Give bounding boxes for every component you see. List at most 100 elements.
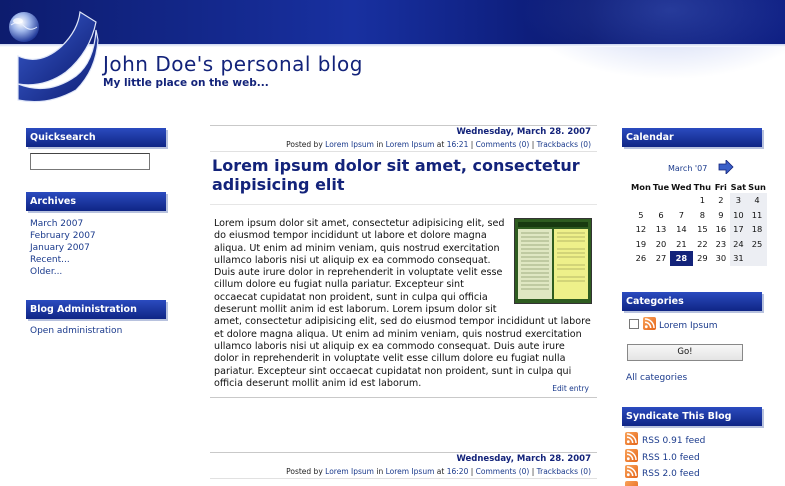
calendar-weekday: Wed — [671, 181, 692, 192]
calendar-weekday: Thu — [693, 181, 712, 192]
blog-title[interactable]: John Doe's personal blog — [103, 52, 363, 76]
calendar-week: 5 6 7 8 9 10 11 — [630, 207, 767, 222]
rss-20-feed-link[interactable]: RSS 2.0 feed — [642, 469, 700, 479]
entry2-top-rule — [210, 452, 597, 453]
calendar-day: 3 — [729, 193, 748, 208]
calendar-day-today[interactable]: 28 — [670, 251, 693, 266]
archives-heading: Archives — [26, 192, 166, 211]
calendar-weekday: Sun — [748, 181, 766, 192]
archive-link-february-2007[interactable]: February 2007 — [30, 231, 96, 241]
open-administration-link[interactable]: Open administration — [30, 326, 122, 336]
calendar-day: 16 — [715, 224, 727, 235]
blog-admin-heading: Blog Administration — [26, 300, 166, 319]
calendar-day: 30 — [715, 253, 727, 264]
calendar-week: 19 20 21 22 23 24 25 — [630, 236, 767, 251]
archive-link-recent[interactable]: Recent... — [30, 255, 70, 265]
archive-link-march-2007[interactable]: March 2007 — [30, 219, 83, 229]
calendar-day — [670, 193, 692, 208]
entry-thumbnail-image[interactable] — [514, 218, 592, 304]
archive-link-january-2007[interactable]: January 2007 — [30, 243, 90, 253]
rss-icon[interactable] — [625, 449, 638, 462]
entry2-meta: Posted by Lorem Ipsum in Lorem Ipsum at … — [286, 467, 591, 476]
rss-10-feed-link[interactable]: RSS 1.0 feed — [642, 453, 700, 463]
calendar-heading: Calendar — [622, 128, 762, 147]
entry-top-rule — [210, 125, 597, 126]
go-button[interactable]: Go! — [627, 344, 743, 361]
calendar-week: 12 13 14 15 16 17 18 — [630, 222, 767, 237]
archive-link-older[interactable]: Older... — [30, 267, 62, 277]
entry-body: Lorem ipsum dolor sit amet, consectetur … — [214, 218, 592, 390]
entry-date: Wednesday, March 28. 2007 — [456, 127, 591, 137]
calendar-day: 21 — [676, 238, 687, 249]
blog-logo — [9, 10, 99, 103]
calendar-day: 9 — [718, 209, 724, 220]
calendar-weekday-row: Mon Tue Wed Thu Fri Sat Sun — [630, 180, 767, 193]
entry-time-link[interactable]: 16:21 — [447, 140, 469, 149]
rss-091-feed-link[interactable]: RSS 0.91 feed — [642, 436, 705, 446]
calendar-day: 29 — [697, 253, 708, 264]
next-month-arrow-icon[interactable] — [718, 160, 734, 174]
calendar-weekday: Tue — [652, 181, 670, 192]
all-categories-link[interactable]: All categories — [626, 373, 687, 383]
entry-title-rule — [210, 204, 597, 205]
calendar-day: 1 — [699, 195, 705, 206]
calendar-day: 13 — [655, 224, 667, 235]
entry-meta: Posted by Lorem Ipsum in Lorem Ipsum at … — [286, 140, 591, 149]
category-link-lorem-ipsum[interactable]: Lorem Ipsum — [659, 321, 718, 331]
calendar-day: 20 — [655, 238, 667, 249]
calendar-day: 15 — [697, 224, 708, 235]
calendar-weekday: Sat — [730, 181, 747, 192]
calendar-day: 17 — [729, 222, 748, 237]
calendar-day: 26 — [635, 253, 647, 264]
calendar-day — [630, 193, 652, 208]
calendar-day: 27 — [655, 253, 667, 264]
calendar-day: 7 — [678, 209, 685, 220]
quicksearch-heading: Quicksearch — [26, 128, 166, 147]
calendar-day: 24 — [729, 236, 748, 251]
entry-bottom-rule — [210, 397, 597, 398]
entry2-date: Wednesday, March 28. 2007 — [456, 454, 591, 464]
calendar-day: 11 — [747, 207, 767, 222]
edit-entry-link[interactable]: Edit entry — [552, 384, 589, 393]
entry-title[interactable]: Lorem ipsum dolor sit amet, consectetur … — [212, 156, 592, 194]
entry-trackbacks-link[interactable]: Trackbacks (0) — [537, 140, 591, 149]
header-banner — [0, 0, 785, 80]
calendar-day: 12 — [635, 224, 647, 235]
entry2-trackbacks-link[interactable]: Trackbacks (0) — [537, 467, 591, 476]
entry2-meta-rule — [210, 478, 597, 479]
calendar-day: 31 — [729, 251, 748, 266]
calendar-day: 5 — [638, 209, 644, 220]
rss-icon[interactable] — [643, 317, 656, 330]
rss-icon[interactable] — [625, 432, 638, 445]
entry-category-link[interactable]: Lorem Ipsum — [386, 140, 435, 149]
categories-heading: Categories — [622, 292, 762, 311]
calendar-day: 2 — [718, 195, 724, 206]
blog-subtitle: My little place on the web... — [103, 77, 269, 89]
entry2-time-link[interactable]: 16:20 — [447, 467, 469, 476]
calendar-day: 19 — [635, 238, 647, 249]
calendar-day: 18 — [747, 222, 767, 237]
calendar-day: 23 — [715, 238, 727, 249]
calendar-month: March '07 — [668, 164, 708, 173]
calendar-weekday: Mon — [631, 181, 651, 192]
syndicate-heading: Syndicate This Blog — [622, 407, 762, 426]
calendar-day: 14 — [676, 224, 687, 235]
header-divider — [0, 44, 785, 47]
calendar-week: 26 27 28 29 30 31 — [630, 251, 767, 266]
entry2-comments-link[interactable]: Comments (0) — [476, 467, 530, 476]
calendar-day: 6 — [658, 209, 664, 220]
entry2-author-link[interactable]: Lorem Ipsum — [325, 467, 374, 476]
rss-icon[interactable] — [625, 465, 638, 478]
quicksearch-input[interactable] — [30, 153, 150, 170]
calendar-day: 22 — [697, 238, 708, 249]
calendar-day: 8 — [699, 209, 705, 220]
category-checkbox[interactable] — [629, 319, 639, 329]
entry-author-link[interactable]: Lorem Ipsum — [325, 140, 374, 149]
calendar-weekday: Fri — [714, 181, 727, 192]
calendar-day — [747, 251, 767, 266]
calendar-day: 10 — [729, 207, 748, 222]
rss-icon[interactable] — [625, 481, 638, 486]
entry-meta-rule — [210, 151, 597, 152]
entry2-category-link[interactable]: Lorem Ipsum — [386, 467, 435, 476]
entry-comments-link[interactable]: Comments (0) — [476, 140, 530, 149]
